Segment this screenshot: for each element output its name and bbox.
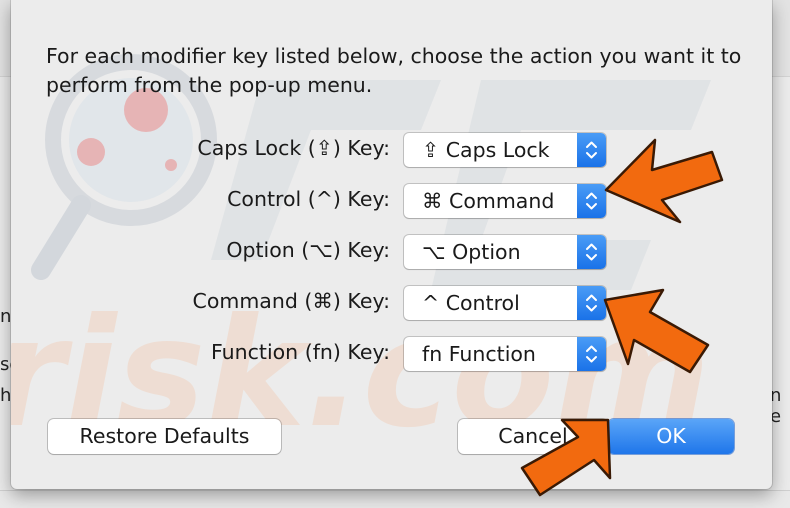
popup-selected-value: ⌘ Command — [422, 189, 555, 213]
option-key-label: Option (⌥) Key: — [226, 238, 390, 262]
command-key-popup[interactable]: ^ Control — [404, 286, 606, 320]
caps-lock-key-label: Caps Lock (⇪) Key: — [197, 136, 390, 160]
cancel-button[interactable]: Cancel — [458, 419, 608, 454]
command-key-label: Command (⌘) Key: — [192, 289, 390, 313]
function-key-popup[interactable]: fn Function — [404, 337, 606, 371]
background-text-fragment: n e — [770, 385, 782, 427]
modifier-keys-dialog: risk.com For each modifier key listed be… — [11, 0, 772, 489]
background-window-edge — [0, 490, 790, 508]
function-key-label: Function (fn) Key: — [210, 340, 390, 364]
control-key-popup[interactable]: ⌘ Command — [404, 184, 606, 218]
popup-selected-value: ⇪ Caps Lock — [422, 138, 550, 162]
caps-lock-key-popup[interactable]: ⇪ Caps Lock — [404, 133, 606, 167]
background-text-fragment: h — [0, 385, 12, 406]
dialog-description: For each modifier key listed below, choo… — [46, 44, 742, 97]
control-key-label: Control (^) Key: — [227, 187, 390, 211]
ok-button[interactable]: OK — [608, 419, 734, 454]
up-down-chevron-icon — [577, 337, 606, 371]
popup-selected-value: ⌥ Option — [422, 240, 521, 264]
popup-selected-value: ^ Control — [422, 291, 520, 315]
up-down-chevron-icon — [577, 235, 606, 269]
popup-selected-value: fn Function — [422, 342, 536, 366]
up-down-chevron-icon — [577, 133, 606, 167]
restore-defaults-button[interactable]: Restore Defaults — [48, 419, 281, 454]
option-key-popup[interactable]: ⌥ Option — [404, 235, 606, 269]
up-down-chevron-icon — [577, 286, 606, 320]
up-down-chevron-icon — [577, 184, 606, 218]
